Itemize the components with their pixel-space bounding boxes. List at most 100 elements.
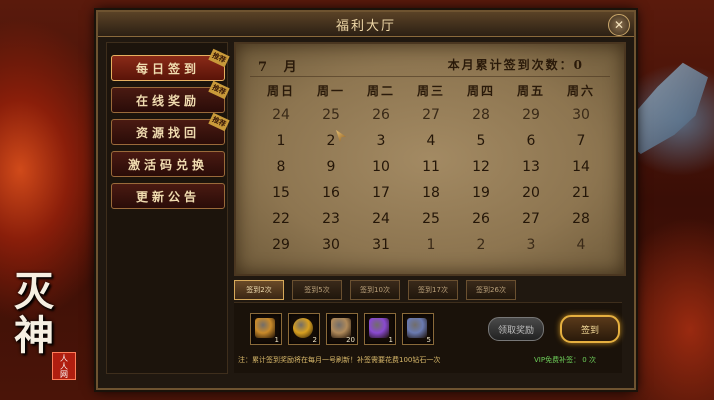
game-logo: 灭 神 人人网 xyxy=(4,272,82,390)
calendar-day: 24 xyxy=(272,107,290,123)
calendar-day: 20 xyxy=(522,185,540,201)
item-count: 1 xyxy=(274,336,279,344)
calendar-day: 8 xyxy=(276,159,286,175)
calendar-day: 27 xyxy=(422,107,440,123)
logo-char-bottom: 神 xyxy=(14,312,54,359)
calendar-day: 30 xyxy=(322,237,340,253)
recommend-badge: 推荐 xyxy=(208,112,230,132)
reward-item-slot[interactable]: 1 xyxy=(250,313,282,345)
calendar-month: 7 月 xyxy=(258,60,303,75)
calendar-day: 17 xyxy=(372,185,390,201)
calendar-day: 26 xyxy=(372,107,390,123)
weekday-label: 周五 xyxy=(516,84,545,98)
recommend-badge: 推荐 xyxy=(208,48,230,68)
item-count: 20 xyxy=(346,336,355,344)
calendar-day: 21 xyxy=(572,185,590,201)
checkin-calendar: 7 月 本月累计签到次数：0 周日 周一 周二 周三 周四 周五 周六 24 25 26 27 28… xyxy=(234,42,626,276)
potion-icon xyxy=(407,318,427,338)
weekday-label: 周三 xyxy=(416,84,445,98)
sidebar: 每日签到 推荐 在线奖励 推荐 资源找回 推荐 激活码兑换 更新公告 xyxy=(106,42,230,374)
claim-reward-button[interactable]: 领取奖励 xyxy=(488,317,544,341)
treasure-chest-icon xyxy=(255,318,275,338)
dialog-title: 福利大厅 xyxy=(335,19,396,34)
vip-free-makeup: VIP免费补签： 0 次 xyxy=(534,356,596,364)
reward-item-slot[interactable]: 1 xyxy=(364,313,396,345)
calendar-divider xyxy=(250,76,610,77)
calendar-day: 15 xyxy=(272,185,290,201)
calendar-day: 9 xyxy=(326,159,336,175)
calendar-day: 27 xyxy=(522,211,540,227)
calendar-day: 2 xyxy=(476,237,486,253)
sidebar-item-resource-recovery[interactable]: 资源找回 推荐 xyxy=(111,112,230,145)
calendar-day: 18 xyxy=(422,185,440,201)
calendar-day: 26 xyxy=(472,211,490,227)
weekday-label: 周日 xyxy=(266,84,295,98)
logo-char-top: 灭 xyxy=(14,268,54,315)
sidebar-item-label: 激活码兑换 xyxy=(127,157,208,172)
sidebar-item-activation-code[interactable]: 激活码兑换 xyxy=(111,151,225,177)
weekday-label: 周二 xyxy=(366,84,395,98)
calendar-day: 19 xyxy=(472,185,490,201)
reward-item-slot[interactable]: 5 xyxy=(402,313,434,345)
calendar-day: 1 xyxy=(426,237,436,253)
item-count: 5 xyxy=(426,336,431,344)
streak-tab[interactable]: 签到2次 xyxy=(234,280,284,300)
calendar-day: 25 xyxy=(422,211,440,227)
calendar-day: 25 xyxy=(322,107,340,123)
calendar-day: 30 xyxy=(572,107,590,123)
calendar-day: 6 xyxy=(526,133,536,149)
close-icon[interactable]: ✕ xyxy=(608,14,630,36)
reward-panel: 1 2 20 1 5 领取奖励 签到 注：累计签到奖励将在每月一号刷新！补签需要花费10… xyxy=(234,302,622,373)
sidebar-item-label: 更新公告 xyxy=(135,189,200,204)
sidebar-item-online-reward[interactable]: 在线奖励 推荐 xyxy=(111,80,230,113)
calendar-day: 14 xyxy=(572,159,590,175)
streak-tab[interactable]: 签到10次 xyxy=(350,280,400,300)
calendar-day: 28 xyxy=(572,211,590,227)
weekday-header: 周日 周一 周二 周三 周四 周五 周六 xyxy=(256,82,606,99)
gold-coin-icon xyxy=(293,318,313,338)
calendar-day: 29 xyxy=(522,107,540,123)
calendar-day: 28 xyxy=(472,107,490,123)
reward-items: 1 2 20 1 5 xyxy=(250,313,434,345)
streak-tab[interactable]: 签到5次 xyxy=(292,280,342,300)
calendar-day: 10 xyxy=(372,159,390,175)
welfare-hall-dialog: 福利大厅 ✕ 每日签到 推荐 在线奖励 推荐 资源找回 推荐 激活码兑换 更新公… xyxy=(96,10,636,390)
reward-item-slot[interactable]: 2 xyxy=(288,313,320,345)
calendar-day: 24 xyxy=(372,211,390,227)
sidebar-item-daily-checkin[interactable]: 每日签到 推荐 xyxy=(111,48,230,81)
purple-crystal-icon xyxy=(369,318,389,338)
calendar-day: 3 xyxy=(376,133,386,149)
sidebar-item-label: 每日签到 xyxy=(135,61,200,76)
calendar-day: 11 xyxy=(422,159,440,175)
calendar-day: 3 xyxy=(526,237,536,253)
calendar-day: 1 xyxy=(276,133,286,149)
calendar-day: 29 xyxy=(272,237,290,253)
sidebar-item-label: 在线奖励 xyxy=(135,93,200,108)
streak-tab[interactable]: 签到26次 xyxy=(466,280,516,300)
calendar-day: 22 xyxy=(272,211,290,227)
reward-item-slot[interactable]: 20 xyxy=(326,313,358,345)
calendar-day: 5 xyxy=(476,133,486,149)
calendar-day: 13 xyxy=(522,159,540,175)
calendar-day: 2 xyxy=(326,133,336,149)
sidebar-item-update-notice[interactable]: 更新公告 xyxy=(111,183,225,209)
cumulative-checkins: 本月累计签到次数：0 xyxy=(447,58,584,72)
weekday-label: 周一 xyxy=(316,84,345,98)
dialog-titlebar[interactable]: 福利大厅 ✕ xyxy=(98,12,634,37)
streak-tabs: 签到2次 签到5次 签到10次 签到17次 签到26次 xyxy=(234,280,516,300)
item-count: 2 xyxy=(312,336,317,344)
recommend-badge: 推荐 xyxy=(208,80,230,100)
calendar-day: 7 xyxy=(576,133,586,149)
item-count: 1 xyxy=(388,336,393,344)
calendar-day: 31 xyxy=(372,237,390,253)
streak-tab[interactable]: 签到17次 xyxy=(408,280,458,300)
weekday-label: 周六 xyxy=(566,84,595,98)
checkin-button[interactable]: 签到 xyxy=(560,315,620,343)
calendar-day: 4 xyxy=(576,237,586,253)
calendar-day: 4 xyxy=(426,133,436,149)
calendar-day: 12 xyxy=(472,159,490,175)
calendar-day: 23 xyxy=(322,211,340,227)
refresh-note: 注：累计签到奖励将在每月一号刷新！补签需要花费100钻石一次 xyxy=(238,356,441,364)
sidebar-item-label: 资源找回 xyxy=(135,125,200,140)
calendar-day: 16 xyxy=(322,185,340,201)
